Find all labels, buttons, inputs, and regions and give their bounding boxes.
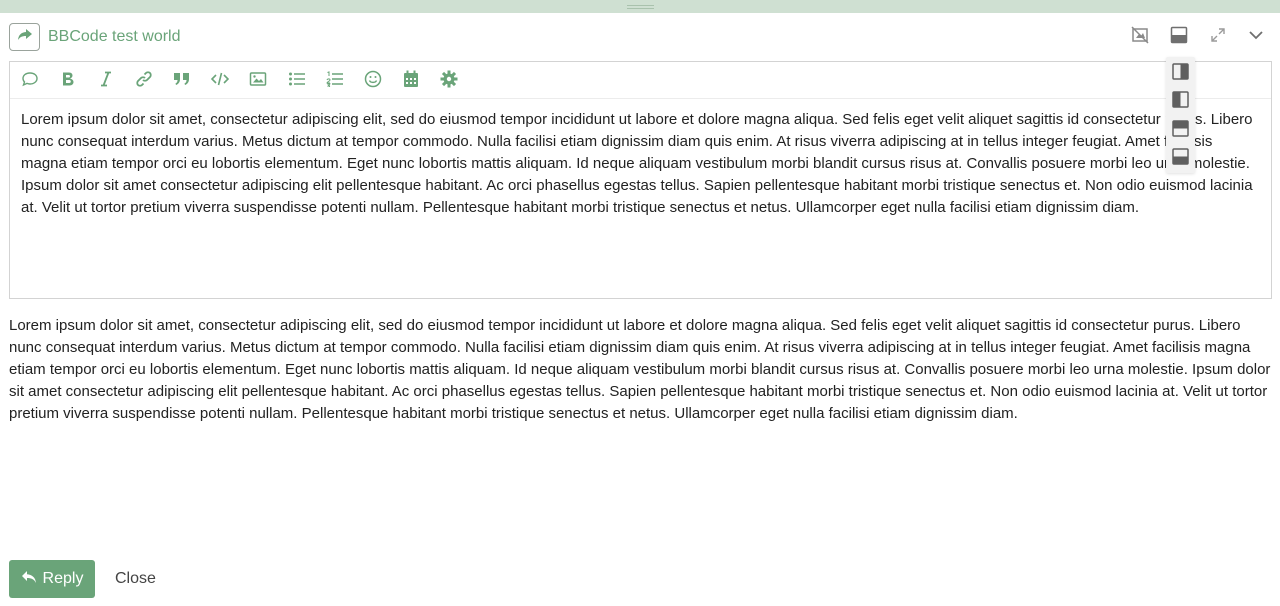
layout-option-right[interactable] [1172, 63, 1189, 80]
toolbar-quote-reply-button[interactable] [19, 70, 41, 92]
reply-arrow-icon [21, 570, 37, 589]
toolbar-code-button[interactable] [209, 70, 231, 92]
numbered-list-icon [326, 70, 344, 92]
toolbar-link-button[interactable] [133, 70, 155, 92]
toolbar-options-button[interactable] [438, 70, 460, 92]
fullscreen-icon [1210, 27, 1226, 48]
toolbar-numbered-list-button[interactable] [324, 70, 346, 92]
collapse-chevron-icon [1248, 27, 1264, 48]
toolbar-emoji-button[interactable] [362, 70, 384, 92]
reply-button[interactable]: Reply [9, 560, 95, 598]
gear-icon [440, 70, 458, 93]
image-icon [249, 71, 267, 92]
preview-pane: Lorem ipsum dolor sit amet, consectetur … [9, 317, 1271, 422]
layout-option-top[interactable] [1172, 120, 1189, 137]
toolbar-date-button[interactable] [400, 70, 422, 92]
layout-bottom-panel-icon [1172, 148, 1189, 169]
layout-option-left[interactable] [1172, 91, 1189, 108]
quote-icon [173, 71, 191, 92]
close-link[interactable]: Close [115, 570, 156, 588]
layout-icon [1170, 26, 1188, 49]
toolbar-bulleted-list-button[interactable] [286, 70, 308, 92]
layout-menu [1166, 57, 1195, 173]
composer-resize-strip[interactable] [0, 0, 1280, 13]
toolbar-blockquote-button[interactable] [171, 70, 193, 92]
collapse-button[interactable] [1244, 25, 1268, 49]
bulleted-list-icon [288, 71, 306, 92]
link-icon [135, 70, 153, 93]
editor-panel: Lorem ipsum dolor sit amet, consectetur … [9, 61, 1272, 299]
toggle-preview-button[interactable] [1128, 25, 1152, 49]
editor-toolbar [10, 62, 1271, 99]
italic-icon [99, 71, 113, 92]
share-button[interactable] [9, 23, 40, 51]
layout-top-panel-icon [1172, 120, 1189, 141]
code-icon [210, 72, 230, 91]
toolbar-image-button[interactable] [247, 70, 269, 92]
share-arrow-icon [17, 28, 33, 47]
toolbar-italic-button[interactable] [95, 70, 117, 92]
composer-header: BBCode test world [0, 13, 1280, 61]
toolbar-bold-button[interactable] [57, 70, 79, 92]
fullscreen-button[interactable] [1206, 25, 1230, 49]
resize-grip[interactable] [627, 5, 654, 9]
topic-title[interactable]: BBCode test world [48, 28, 181, 46]
layout-left-panel-icon [1172, 91, 1189, 112]
bold-icon [61, 71, 75, 92]
layout-right-panel-icon [1172, 63, 1189, 84]
emoji-icon [364, 70, 382, 93]
reply-label: Reply [42, 570, 84, 587]
preview-toggle-icon [1131, 25, 1149, 49]
layout-option-bottom[interactable] [1172, 148, 1189, 165]
layout-button[interactable] [1167, 25, 1191, 49]
editor-textarea[interactable]: Lorem ipsum dolor sit amet, consectetur … [21, 109, 1261, 219]
calendar-icon [403, 70, 419, 93]
speech-bubble-icon [21, 70, 39, 93]
